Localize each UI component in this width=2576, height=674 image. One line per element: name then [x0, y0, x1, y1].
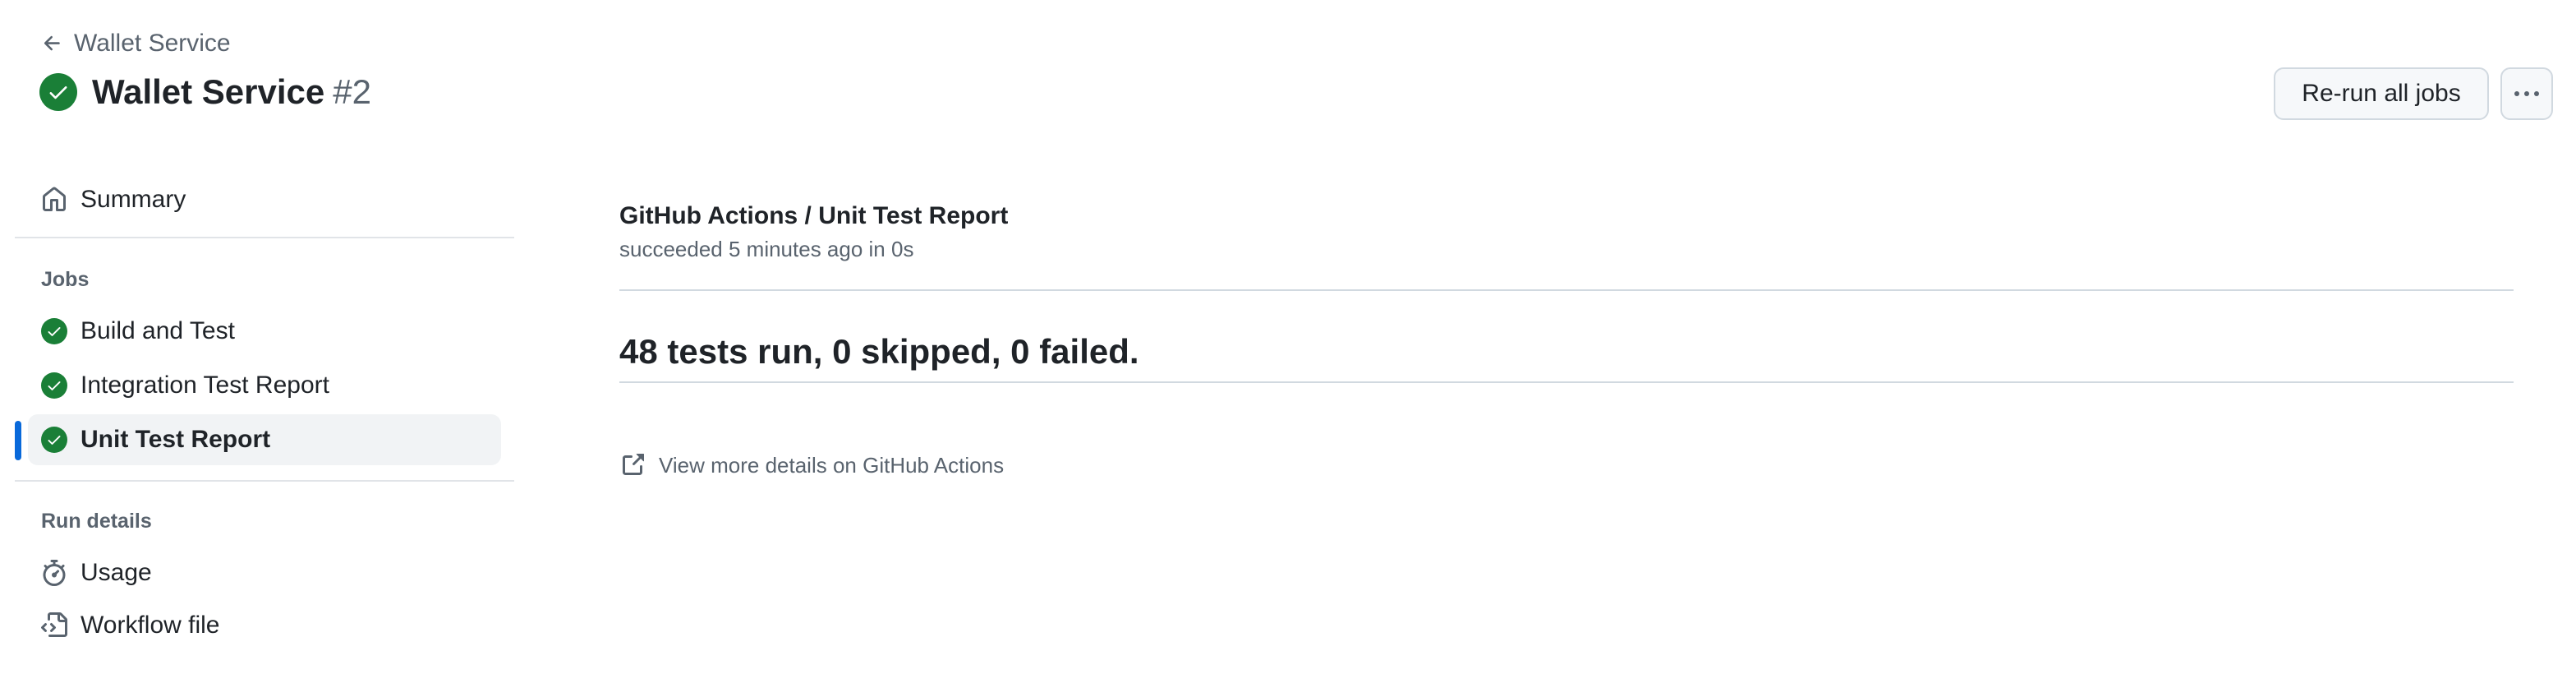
sidebar-item-label: Integration Test Report — [80, 372, 329, 399]
page-title-row: Wallet Service #2 — [39, 72, 371, 112]
active-indicator — [15, 421, 21, 460]
success-check-icon — [39, 73, 77, 111]
rerun-all-jobs-button[interactable]: Re-run all jobs — [2274, 67, 2489, 120]
back-link-label[interactable]: Wallet Service — [74, 30, 231, 58]
sidebar-item-integration-test-report[interactable]: Integration Test Report — [28, 360, 501, 411]
sidebar-divider — [15, 237, 514, 238]
sidebar-item-workflow-file[interactable]: Workflow file — [28, 600, 501, 651]
page-title: Wallet Service — [92, 72, 325, 111]
success-check-icon — [41, 318, 67, 344]
job-title: GitHub Actions / Unit Test Report — [619, 202, 1009, 229]
sidebar-item-label: Workflow file — [80, 612, 220, 639]
sidebar-item-label: Unit Test Report — [80, 426, 271, 453]
success-check-icon — [41, 372, 67, 399]
home-icon — [43, 187, 66, 211]
sidebar-divider — [15, 480, 514, 482]
link-external-icon — [623, 454, 644, 475]
sidebar-item-label: Summary — [80, 186, 186, 213]
stopwatch-icon — [43, 560, 66, 586]
sidebar-item-unit-test-report[interactable]: Unit Test Report — [28, 414, 501, 465]
content-divider — [619, 289, 2514, 291]
success-check-icon — [41, 427, 67, 453]
kebab-dot-icon — [2514, 91, 2519, 96]
sidebar-item-usage[interactable]: Usage — [28, 547, 501, 598]
more-options-button[interactable] — [2500, 67, 2553, 120]
kebab-dot-icon — [2534, 91, 2539, 96]
jobs-heading: Jobs — [41, 268, 90, 291]
content-divider — [619, 381, 2514, 383]
sidebar-item-label: Usage — [80, 559, 152, 586]
sidebar-item-summary[interactable]: Summary — [28, 174, 501, 225]
view-details-label[interactable]: View more details on GitHub Actions — [659, 453, 1004, 478]
test-summary: 48 tests run, 0 skipped, 0 failed. — [619, 332, 1139, 371]
kebab-dot-icon — [2524, 91, 2529, 96]
file-code-icon — [41, 612, 67, 637]
back-link[interactable]: Wallet Service — [41, 30, 231, 58]
run-details-heading: Run details — [41, 510, 152, 533]
arrow-left-icon — [44, 35, 60, 51]
run-number: #2 — [333, 72, 371, 111]
view-details-link[interactable]: View more details on GitHub Actions — [619, 452, 1004, 478]
sidebar-item-label: Build and Test — [80, 317, 235, 344]
sidebar-item-build-and-test[interactable]: Build and Test — [28, 306, 501, 357]
job-meta: succeeded 5 minutes ago in 0s — [619, 237, 914, 261]
